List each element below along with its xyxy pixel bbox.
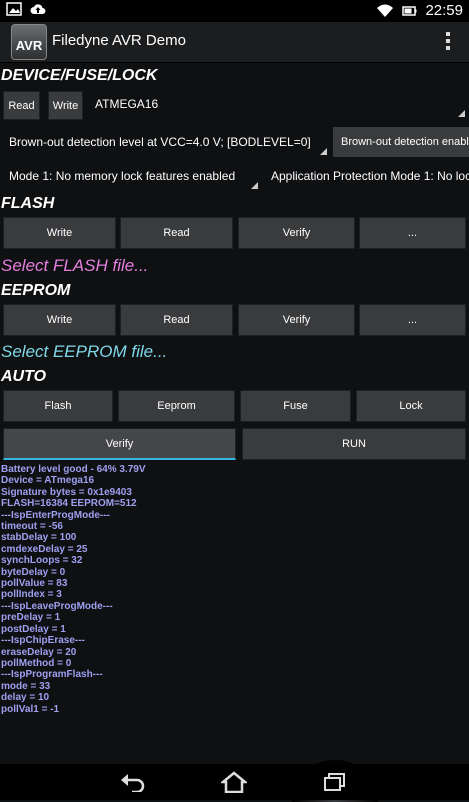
log-line: ---IspEnterProgMode--- — [1, 509, 110, 521]
log-line: ---IspProgramFlash--- — [1, 669, 103, 681]
back-icon — [121, 774, 145, 792]
eeprom-verify-button[interactable]: Verify — [238, 304, 355, 336]
overflow-menu-icon[interactable] — [445, 32, 451, 52]
log-line: timeout = -56 — [1, 521, 63, 533]
home-button[interactable] — [204, 764, 264, 800]
log-line: pollIndex = 3 — [1, 589, 62, 601]
dropdown-arrow-icon — [458, 110, 465, 117]
log-line: pollMethod = 0 — [1, 657, 72, 669]
auto-verify-toggle[interactable]: Verify — [3, 428, 236, 460]
log-line: mode = 33 — [1, 680, 51, 692]
app-bar: AVR Filedyne AVR Demo — [0, 22, 469, 63]
eeprom-more-button[interactable]: ... — [359, 304, 466, 336]
flash-verify-button[interactable]: Verify — [238, 217, 355, 249]
log-line: Device = ATmega16 — [1, 475, 95, 487]
chip-select-value: ATMEGA16 — [95, 97, 159, 111]
log-line: delay = 10 — [1, 692, 50, 704]
bod-level-select[interactable]: Brown-out detection level at VCC=4.0 V; … — [9, 135, 329, 157]
log-line: pollValue = 83 — [1, 578, 68, 590]
recents-icon — [324, 773, 345, 791]
dropdown-arrow-icon — [320, 148, 327, 155]
log-line: byteDelay = 0 — [1, 566, 66, 578]
cloud-upload-icon — [30, 4, 46, 15]
back-button[interactable] — [103, 764, 163, 800]
log-line: pollVal1 = -1 — [1, 703, 60, 715]
log-line: postDelay = 1 — [1, 623, 66, 635]
eeprom-read-button[interactable]: Read — [120, 304, 233, 336]
log-line: preDelay = 1 — [1, 612, 61, 624]
device-write-button[interactable]: Write — [48, 91, 83, 120]
select-eeprom-file-link[interactable]: Select EEPROM file... — [1, 342, 167, 362]
dropdown-arrow-icon — [251, 182, 258, 189]
log-line: cmdexeDelay = 25 — [1, 543, 88, 555]
flash-read-button[interactable]: Read — [120, 217, 233, 249]
notification-image-icon — [6, 2, 22, 16]
log-line: synchLoops = 32 — [1, 555, 83, 567]
home-icon — [221, 771, 247, 793]
app-protection-value: Application Protection Mode 1: No lock — [271, 169, 469, 183]
log-line: Signature bytes = 0x1e9403 — [1, 486, 132, 498]
status-bar: 22:59 — [0, 0, 469, 22]
bod-enable-select[interactable]: Brown-out detection enabled — [333, 127, 469, 157]
eeprom-section-title: EEPROM — [1, 282, 71, 299]
auto-fuse-toggle[interactable]: Fuse — [240, 390, 351, 422]
app-logo-icon: AVR — [11, 24, 47, 60]
lock-mode-select[interactable]: Mode 1: No memory lock features enabled — [9, 169, 260, 191]
run-button[interactable]: RUN — [242, 428, 466, 460]
device-read-button[interactable]: Read — [3, 91, 40, 120]
log-line: eraseDelay = 20 — [1, 646, 77, 658]
app-title: Filedyne AVR Demo — [52, 32, 186, 49]
wifi-icon — [377, 4, 394, 17]
app-protection-select[interactable]: Application Protection Mode 1: No lock — [271, 169, 469, 191]
lock-mode-value: Mode 1: No memory lock features enabled — [9, 169, 236, 183]
recents-button[interactable] — [305, 764, 365, 800]
chip-select[interactable]: ATMEGA16 — [95, 97, 467, 119]
navigation-bar — [0, 764, 469, 800]
eeprom-write-button[interactable]: Write — [3, 304, 116, 336]
flash-more-button[interactable]: ... — [359, 217, 466, 249]
device-section-title: DEVICE/FUSE/LOCK — [1, 67, 158, 84]
log-output: Battery level good - 64% 3.79V Device = … — [1, 464, 469, 764]
flash-section-title: FLASH — [1, 195, 55, 212]
log-line: FLASH=16384 EEPROM=512 — [1, 498, 137, 510]
log-line: ---IspChipErase--- — [1, 635, 85, 647]
select-flash-file-link[interactable]: Select FLASH file... — [1, 256, 148, 276]
auto-section-title: AUTO — [1, 368, 47, 385]
flash-write-button[interactable]: Write — [3, 217, 116, 249]
log-line: ---IspLeaveProgMode--- — [1, 600, 113, 612]
bod-level-value: Brown-out detection level at VCC=4.0 V; … — [9, 135, 311, 149]
log-line: stabDelay = 100 — [1, 532, 77, 544]
auto-eeprom-toggle[interactable]: Eeprom — [118, 390, 235, 422]
auto-flash-toggle[interactable]: Flash — [3, 390, 113, 422]
log-line: Battery level good - 64% 3.79V — [1, 464, 146, 475]
battery-icon — [402, 5, 417, 16]
clock: 22:59 — [425, 2, 463, 19]
auto-lock-toggle[interactable]: Lock — [356, 390, 466, 422]
